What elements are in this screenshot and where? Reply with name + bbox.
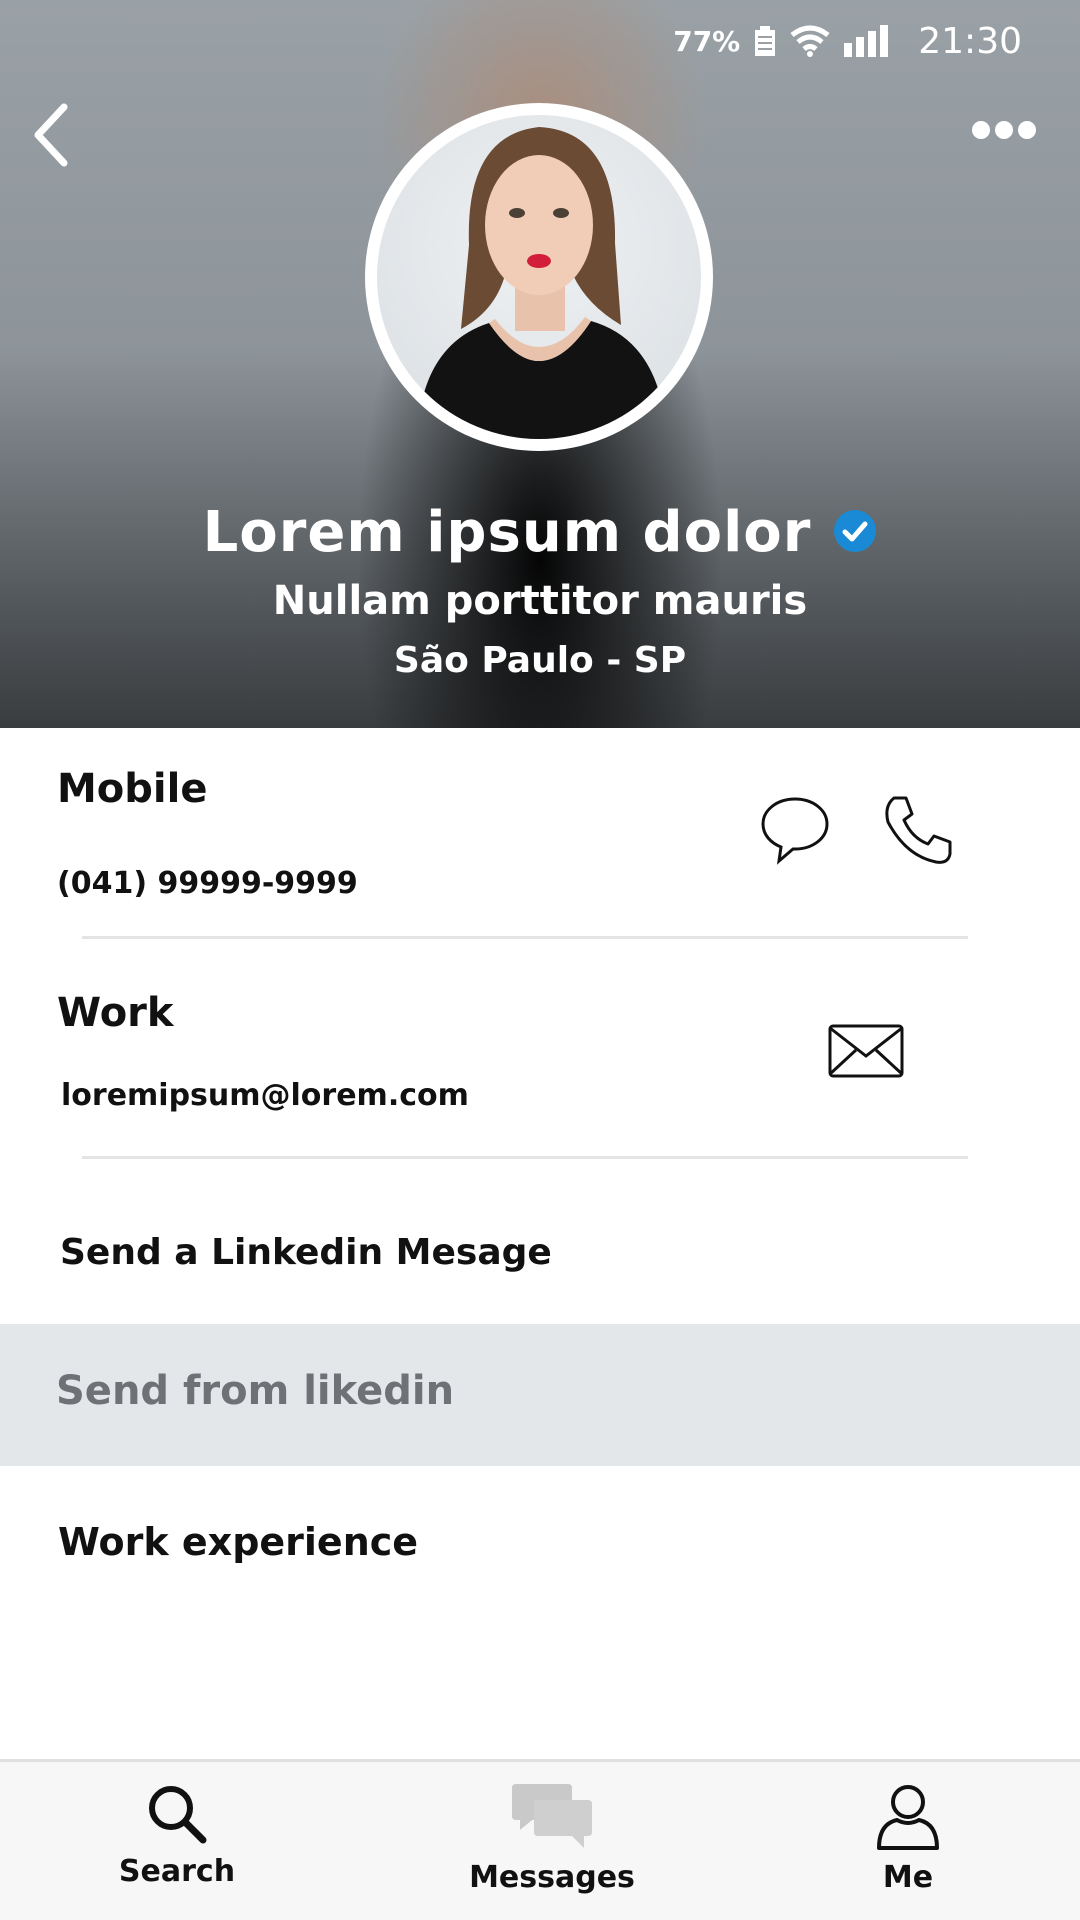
- work-email[interactable]: loremipsum@lorem.com: [61, 1078, 469, 1113]
- nav-messages[interactable]: Messages: [442, 1782, 662, 1895]
- mobile-title: Mobile: [57, 766, 208, 812]
- messages-icon: [512, 1784, 592, 1848]
- more-dots-icon: [972, 121, 1036, 139]
- envelope-icon: [828, 1024, 904, 1078]
- message-button[interactable]: [754, 792, 836, 868]
- profile-location: São Paulo - SP: [393, 640, 687, 681]
- call-button[interactable]: [878, 790, 958, 870]
- phone-icon: [885, 796, 952, 864]
- profile-header: 77% 21:30 Lorem ipsum dolor Nullam portt…: [0, 0, 1080, 728]
- profile-headline: Nullam porttitor mauris: [272, 578, 808, 624]
- send-linkedin-message-link[interactable]: Send a Linkedin Mesage: [60, 1232, 552, 1273]
- status-bar: 77% 21:30: [673, 18, 1022, 64]
- nav-me[interactable]: Me: [798, 1782, 1018, 1895]
- wifi-icon: [790, 25, 830, 57]
- chat-bubble-icon: [761, 797, 829, 865]
- verified-badge-icon: [833, 509, 877, 557]
- battery-percent: 77%: [673, 24, 741, 58]
- nav-search[interactable]: Search: [67, 1782, 287, 1889]
- divider: [82, 1156, 968, 1159]
- work-title: Work: [57, 990, 174, 1036]
- avatar[interactable]: [365, 103, 713, 451]
- email-button[interactable]: [826, 1020, 906, 1082]
- avatar-photo: [377, 115, 701, 439]
- send-from-linkedin-section: Send from likedin: [0, 1324, 1080, 1466]
- section-header: Send from likedin: [56, 1368, 455, 1414]
- nav-label: Search: [118, 1854, 236, 1889]
- divider: [82, 936, 968, 939]
- bottom-navigation: Search Messages Me: [0, 1759, 1080, 1920]
- name-row: Lorem ipsum dolor: [0, 500, 1080, 565]
- person-icon: [877, 1785, 939, 1850]
- more-options-button[interactable]: [964, 110, 1044, 150]
- nav-label: Messages: [469, 1860, 635, 1895]
- profile-name: Lorem ipsum dolor: [202, 500, 812, 565]
- battery-icon: [754, 26, 776, 56]
- clock: 21:30: [918, 20, 1022, 62]
- cell-signal-icon: [844, 25, 890, 57]
- chevron-left-icon: [34, 103, 68, 167]
- mobile-number[interactable]: (041) 99999-9999: [57, 866, 358, 901]
- search-icon: [149, 1786, 207, 1844]
- back-button[interactable]: [20, 100, 80, 170]
- work-experience-heading: Work experience: [58, 1520, 419, 1564]
- nav-label: Me: [882, 1860, 934, 1895]
